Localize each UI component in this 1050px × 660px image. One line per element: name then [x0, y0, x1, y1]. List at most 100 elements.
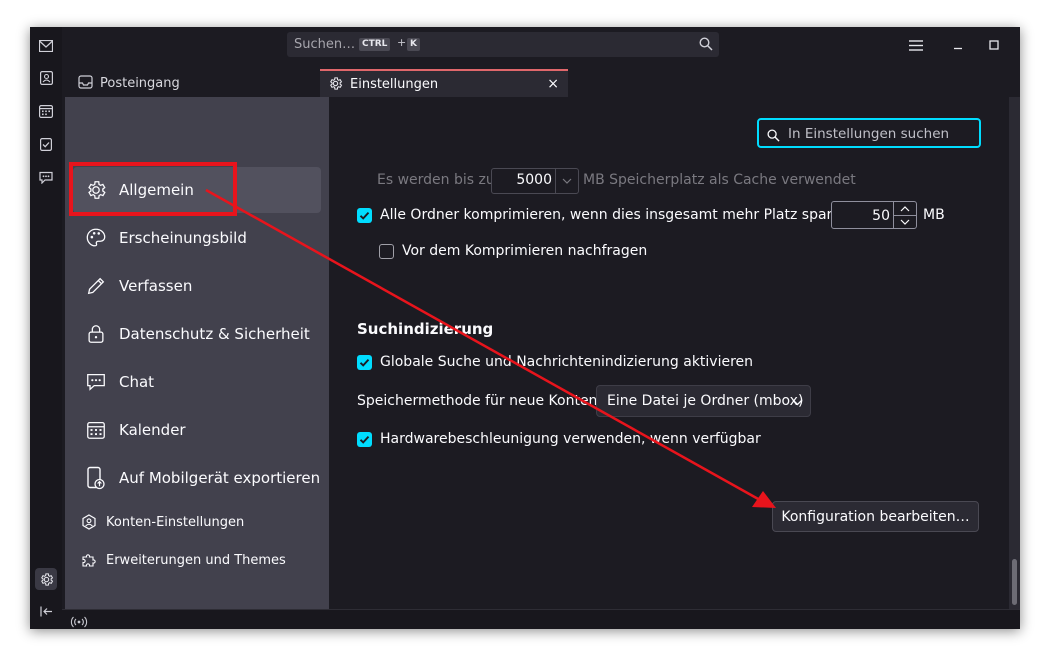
checkmark-icon — [359, 358, 370, 367]
checkmark-icon — [359, 435, 370, 444]
hw-accel-label: Hardwarebeschleunigung verwenden, wenn v… — [380, 431, 761, 447]
online-status-icon[interactable] — [70, 613, 88, 629]
sidebar-item-konten[interactable]: Konten-Einstellungen — [73, 507, 321, 537]
minimize-button[interactable] — [949, 36, 967, 54]
tab-bar: Posteingang Einstellungen × — [62, 63, 1020, 97]
compact-threshold-spinner[interactable] — [893, 202, 916, 228]
cache-size-spinner[interactable] — [555, 169, 578, 193]
collapse-spaces-button[interactable] — [35, 600, 57, 622]
compact-threshold-unit: MB — [923, 207, 945, 223]
sidebar-item-verfassen[interactable]: Verfassen — [73, 263, 321, 309]
compact-ask-checkbox[interactable] — [379, 244, 394, 259]
tab-settings[interactable]: Einstellungen × — [320, 69, 568, 97]
sidebar-item-label: Auf Mobilgerät exportieren — [119, 469, 321, 487]
shortcut-key-ctrl: CTRL — [359, 38, 391, 51]
collapse-icon — [39, 606, 52, 616]
close-tab-button[interactable]: × — [547, 76, 559, 92]
cache-size-text-after: MB Speicherplatz als Cache verwendet — [583, 172, 856, 188]
content-scrollbar[interactable] — [1009, 97, 1020, 609]
sidebar-item-kalender[interactable]: Kalender — [73, 407, 321, 453]
mobile-export-icon — [84, 466, 108, 490]
gear-icon — [328, 76, 344, 92]
sidebar-item-erscheinungsbild[interactable]: Erscheinungsbild — [73, 215, 321, 261]
sidebar-item-label: Allgemein — [119, 181, 194, 199]
sidebar-item-chat[interactable]: Chat — [73, 359, 321, 405]
maximize-button[interactable] — [985, 36, 1003, 54]
tab-inbox[interactable]: Posteingang — [70, 69, 288, 97]
cache-size-value: 5000 — [516, 172, 552, 188]
global-search-checkbox[interactable] — [357, 355, 372, 370]
title-bar: Suchen… CTRL + K — [62, 27, 1020, 63]
sidebar-item-label: Erscheinungsbild — [119, 229, 247, 247]
sidebar-item-mobil-export[interactable]: Auf Mobilgerät exportieren — [73, 455, 321, 501]
settings-sidebar: Allgemein Erscheinungsbild Verfassen Dat… — [65, 97, 329, 609]
chevron-down-icon[interactable] — [894, 215, 916, 228]
cache-size-input[interactable]: 5000 — [491, 168, 579, 194]
scroll-fade — [329, 153, 998, 167]
hw-accel-checkbox[interactable] — [357, 432, 372, 447]
search-icon[interactable] — [699, 36, 713, 55]
scrollbar-thumb[interactable] — [1012, 559, 1017, 605]
chevron-down-icon — [792, 394, 803, 410]
address-book-icon — [39, 71, 53, 85]
settings-space-button[interactable] — [35, 568, 57, 590]
sidebar-item-label: Erweiterungen und Themes — [106, 552, 286, 568]
address-book-space-button[interactable] — [35, 67, 57, 89]
store-type-select[interactable]: Eine Datei je Ordner (mbox) — [596, 385, 811, 417]
tasks-space-button[interactable] — [35, 133, 57, 155]
chevron-down-icon — [556, 175, 578, 187]
store-type-value: Eine Datei je Ordner (mbox) — [607, 393, 804, 409]
gear-icon — [40, 572, 53, 586]
tab-settings-label: Einstellungen — [350, 76, 439, 92]
lock-icon — [84, 322, 108, 346]
compact-threshold-value: 50 — [872, 208, 890, 224]
palette-icon — [84, 226, 108, 250]
global-search-bar[interactable]: Suchen… CTRL + K — [287, 32, 719, 57]
mail-space-button[interactable] — [35, 35, 57, 57]
mail-icon — [39, 40, 53, 52]
sidebar-item-label: Verfassen — [119, 277, 193, 295]
global-search-placeholder: Suchen… — [294, 37, 356, 52]
compact-ask-label: Vor dem Komprimieren nachfragen — [402, 243, 648, 259]
settings-search-input[interactable]: In Einstellungen suchen — [757, 118, 981, 148]
thunderbird-window: Suchen… CTRL + K Posteingang Einstellung… — [30, 27, 1020, 629]
minimize-icon — [954, 47, 962, 50]
calendar-space-button[interactable] — [35, 100, 57, 122]
sidebar-item-label: Konten-Einstellungen — [106, 514, 245, 530]
sidebar-item-allgemein[interactable]: Allgemein — [73, 167, 321, 213]
sidebar-item-erweiterungen[interactable]: Erweiterungen und Themes — [73, 545, 321, 575]
tasks-icon — [40, 138, 52, 151]
pencil-icon — [84, 274, 108, 298]
indexing-heading: Suchindizierung — [357, 320, 494, 338]
sidebar-item-label: Chat — [119, 373, 155, 391]
tab-inbox-label: Posteingang — [100, 75, 180, 91]
account-icon — [80, 513, 98, 531]
sidebar-item-label: Datenschutz & Sicherheit — [119, 325, 310, 343]
global-search-label: Globale Suche und Nachrichtenindizierung… — [380, 354, 754, 370]
chat-space-button[interactable] — [35, 166, 57, 188]
search-icon — [767, 127, 780, 146]
chat-icon — [84, 370, 108, 394]
puzzle-icon — [80, 551, 98, 569]
store-type-label: Speichermethode für neue Konten: — [357, 393, 603, 409]
app-menu-button[interactable] — [907, 36, 925, 54]
sidebar-item-label: Kalender — [119, 421, 186, 439]
gear-icon — [84, 178, 108, 202]
compact-folders-label: Alle Ordner komprimieren, wenn dies insg… — [380, 207, 862, 223]
compact-folders-checkbox[interactable] — [357, 208, 372, 223]
settings-search-placeholder: In Einstellungen suchen — [788, 126, 950, 142]
chevron-up-icon[interactable] — [894, 202, 916, 215]
calendar-icon — [39, 105, 53, 118]
spaces-toolbar — [30, 27, 62, 629]
sidebar-item-datenschutz[interactable]: Datenschutz & Sicherheit — [73, 311, 321, 357]
maximize-icon — [989, 40, 999, 50]
status-bar — [62, 609, 1020, 629]
hamburger-menu-icon — [909, 39, 923, 51]
shortcut-key-k: K — [407, 38, 420, 51]
settings-content: In Einstellungen suchen Es werden bis zu… — [329, 97, 1009, 609]
compact-threshold-input[interactable]: 50 — [831, 201, 917, 229]
checkmark-icon — [359, 211, 370, 220]
config-editor-button[interactable]: Konfiguration bearbeiten… — [772, 501, 979, 532]
config-editor-button-label: Konfiguration bearbeiten… — [781, 508, 970, 525]
settings-page: Allgemein Erscheinungsbild Verfassen Dat… — [62, 97, 1020, 609]
